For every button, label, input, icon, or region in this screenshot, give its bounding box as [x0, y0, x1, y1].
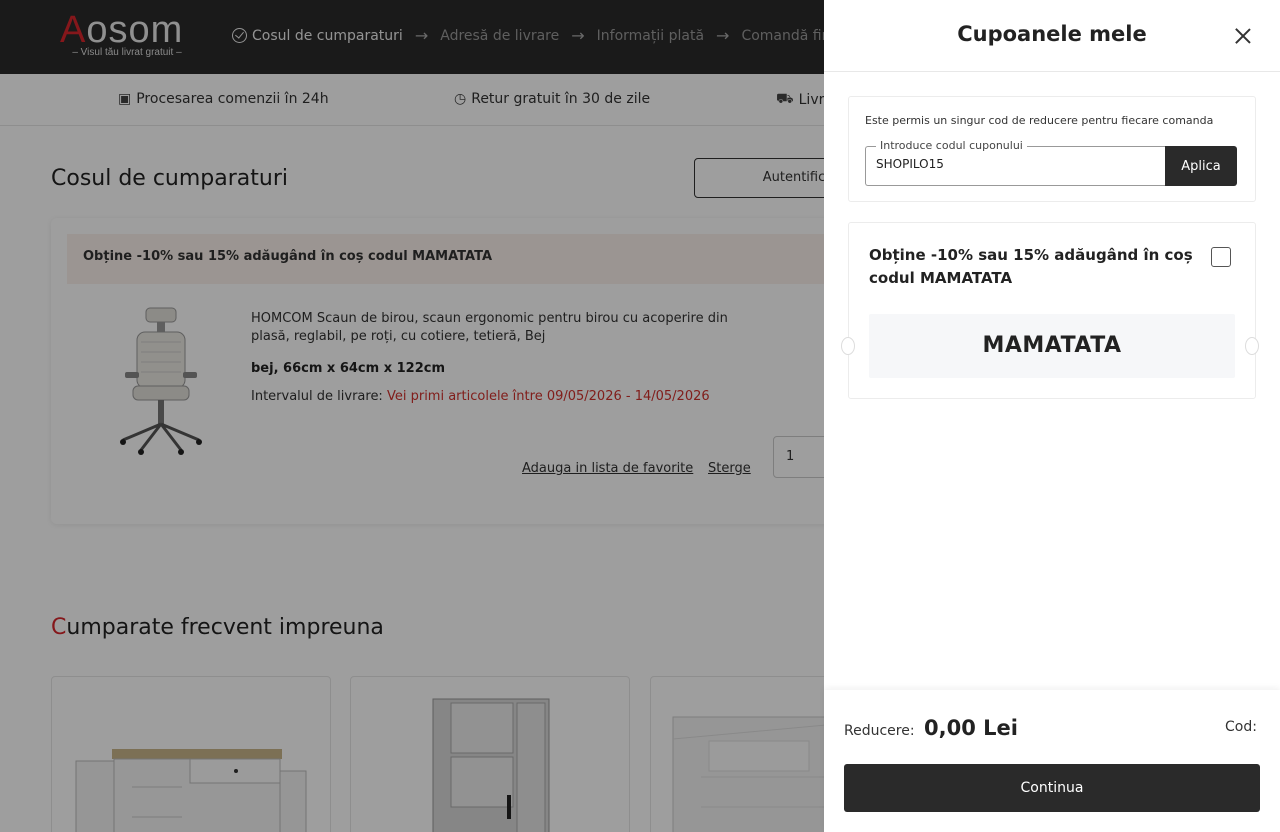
coupon-code-field[interactable]: Introduce codul cuponului: [865, 139, 1166, 186]
applied-code-label: Cod:: [1225, 719, 1257, 735]
discount-value: 0,00 Lei: [924, 716, 1018, 740]
coupon-offer-card[interactable]: Obține -10% sau 15% adăugând în coș codu…: [841, 222, 1259, 399]
coupon-code-display: MAMATATA: [869, 314, 1235, 378]
modal-backdrop[interactable]: [0, 0, 824, 832]
discount-label: Reducere:: [844, 723, 915, 739]
drawer-footer: Reducere: 0,00 Lei Cod: Continua: [824, 690, 1280, 832]
coupon-drawer: Cupoanele mele Este permis un singur cod…: [824, 0, 1280, 832]
ticket-notch-right: [1245, 337, 1259, 355]
divider: [824, 71, 1280, 72]
coupon-offer-title: Obține -10% sau 15% adăugând în coș codu…: [869, 246, 1193, 287]
coupon-rule-text: Este permis un singur cod de reducere pe…: [865, 114, 1214, 127]
drawer-title: Cupoanele mele: [957, 22, 1147, 46]
coupon-entry-card: Este permis un singur cod de reducere pe…: [848, 96, 1256, 202]
apply-coupon-button[interactable]: Aplica: [1165, 146, 1237, 186]
continue-button[interactable]: Continua: [844, 764, 1260, 812]
coupon-field-label: Introduce codul cuponului: [876, 139, 1027, 152]
coupon-code-input[interactable]: [876, 157, 1156, 171]
coupon-select-checkbox[interactable]: [1211, 247, 1231, 267]
ticket-notch-left: [841, 337, 855, 355]
close-icon[interactable]: [1235, 28, 1251, 44]
